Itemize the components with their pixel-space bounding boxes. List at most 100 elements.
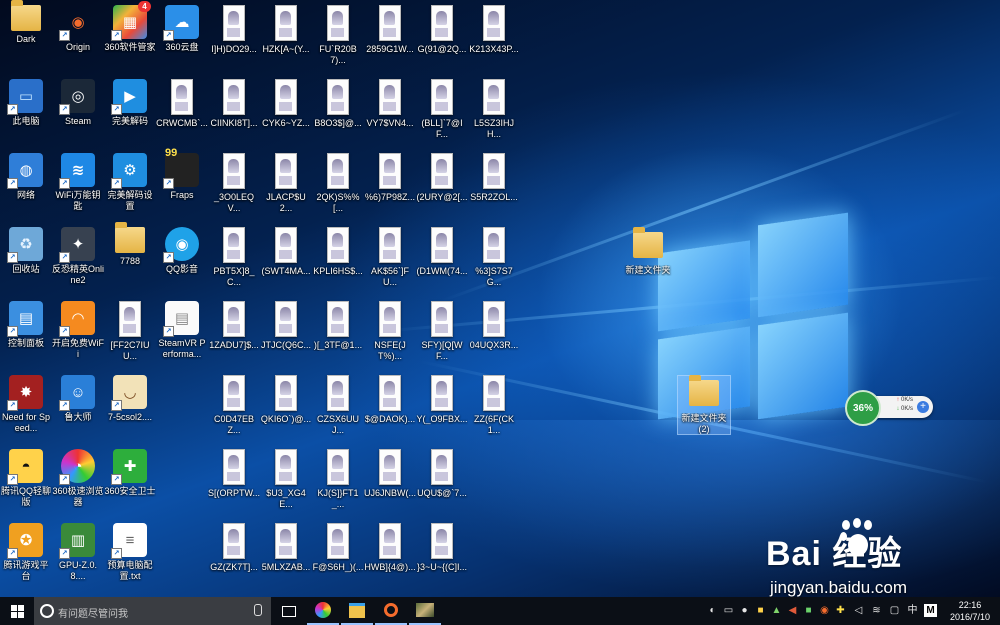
desktop-icon-media-player[interactable]: ▶ ↗ 完美解码 bbox=[104, 79, 156, 127]
ime-indicator[interactable]: 中 bbox=[906, 604, 919, 617]
desktop-icon-image[interactable]: L5SZ3IHJH... bbox=[468, 79, 520, 140]
desktop-icon-image[interactable]: S5R2ZOL... bbox=[468, 153, 520, 203]
desktop-icon-image[interactable]: I]H)DO29... bbox=[208, 5, 260, 55]
desktop-icon-image[interactable]: F@S6H_)(... bbox=[312, 523, 364, 573]
task-view-button[interactable] bbox=[273, 597, 305, 625]
desktop-icon-image[interactable]: UQU$@`7... bbox=[416, 449, 468, 499]
desktop-icon-360-software[interactable]: ▦ ↗ 4 360软件管家 bbox=[104, 1, 156, 53]
desktop-icon-image[interactable]: CIINKI8T]... bbox=[208, 79, 260, 129]
desktop-icon-image[interactable]: _3O0LEQV... bbox=[208, 153, 260, 214]
desktop-icon-tencent-game[interactable]: ✪ ↗ 腾讯游戏平台 bbox=[0, 523, 52, 582]
desktop-icon-image[interactable]: ZZ(6F(CK1... bbox=[468, 375, 520, 436]
desktop-icon-image[interactable]: VY7$VN4... bbox=[364, 79, 416, 129]
ime-mode-icon[interactable]: M bbox=[924, 604, 937, 617]
origin-tray-icon[interactable]: ◉ bbox=[818, 604, 831, 617]
desktop-icon-image[interactable]: %3]S7S7G... bbox=[468, 227, 520, 288]
wifi-icon[interactable]: ≋ bbox=[870, 604, 883, 617]
desktop-icon-image[interactable]: (2URY@2[... bbox=[416, 153, 468, 203]
desktop-icon-bowl[interactable]: ◡ ↗ 7-5csol2.... bbox=[104, 375, 156, 423]
desktop-icon-image[interactable]: Y(_O9FBX... bbox=[416, 375, 468, 425]
desktop-folder-new-2[interactable]: 新建文件夹 (2) bbox=[677, 375, 731, 435]
desktop-icon-image[interactable]: 2859G1W... bbox=[364, 5, 416, 55]
circle-tray-icon[interactable]: ● bbox=[738, 604, 751, 617]
desktop-icon-nfs[interactable]: ✸ ↗ Need for Speed... bbox=[0, 375, 52, 434]
360-tray-icon[interactable]: ✚ bbox=[834, 604, 847, 617]
system-clock[interactable]: 22:16 2016/7/10 bbox=[942, 599, 998, 623]
desktop-icon-image[interactable]: (SWT4MA... bbox=[260, 227, 312, 277]
desktop-icon-fraps[interactable]: ↗ 99 Fraps bbox=[156, 147, 208, 201]
desktop-icon-image[interactable]: )[_3TF@1... bbox=[312, 301, 364, 351]
desktop-icon-wifi-key[interactable]: ≋ ↗ WiFi万能钥匙 bbox=[52, 153, 104, 212]
desktop-icon-image[interactable]: HWB]{4@)... bbox=[364, 523, 416, 573]
desktop-icon-ludashi[interactable]: ☺ ↗ 鲁大师 bbox=[52, 375, 104, 423]
desktop-icon-computer[interactable]: ▭ ↗ 此电脑 bbox=[0, 79, 52, 127]
desktop-icon-document[interactable]: ▤ ↗ SteamVR Performa... bbox=[156, 301, 208, 360]
desktop-icon-control-panel[interactable]: ▤ ↗ 控制面板 bbox=[0, 301, 52, 349]
desktop-icon-image[interactable]: SFY)[Q[WF... bbox=[416, 301, 468, 362]
desktop-icon-image[interactable]: $@DAOK)... bbox=[364, 375, 416, 425]
network-speed-widget[interactable]: 36% ↑ 0K/s ↓ 0K/s + bbox=[845, 388, 933, 426]
desktop-icon-image[interactable]: KJ(S]}FT1_... bbox=[312, 449, 364, 510]
desktop-icon-network[interactable]: ◍ ↗ 网络 bbox=[0, 153, 52, 201]
desktop-icon-image[interactable]: JTJC(Q6C... bbox=[260, 301, 312, 351]
desktop-icon-cloud[interactable]: ☁ ↗ 360云盘 bbox=[156, 5, 208, 53]
microphone-icon[interactable] bbox=[254, 604, 262, 616]
desktop-icon-gpuz[interactable]: ▥ ↗ GPU-Z.0.8.... bbox=[52, 523, 104, 582]
volume-icon[interactable]: ◁ bbox=[852, 604, 865, 617]
desktop-icon-image[interactable]: 5MLXZAB... bbox=[260, 523, 312, 573]
desktop-icon-image[interactable]: JLACP$U2... bbox=[260, 153, 312, 214]
desktop-icon-image[interactable]: $U3_XG4E... bbox=[260, 449, 312, 510]
desktop-icon-qq-player[interactable]: ◉ ↗ QQ影音 bbox=[156, 227, 208, 275]
desktop-icon-image[interactable]: }3~U~{(C]I... bbox=[416, 523, 468, 573]
nvidia-tray-icon[interactable]: ■ bbox=[802, 604, 815, 617]
desktop-icon-csol2[interactable]: ✦ ↗ 反恐精英Online2 bbox=[52, 227, 104, 286]
desktop-icon-origin[interactable]: ◉ ↗ Origin bbox=[52, 5, 104, 53]
desktop-icon-image[interactable]: UJ6JNBW(... bbox=[364, 449, 416, 499]
desktop-icon-image[interactable]: FU`R20B7)... bbox=[312, 5, 364, 66]
desktop-icon-settings[interactable]: ⚙ ↗ 完美解码设置 bbox=[104, 153, 156, 212]
desktop-icon-image[interactable]: S[(ORPTW... bbox=[208, 449, 260, 499]
desktop-icon-recycle-bin[interactable]: ♻ ↗ 回收站 bbox=[0, 227, 52, 275]
cortana-search-box[interactable]: 有问题尽管问我 bbox=[34, 597, 271, 625]
desktop-icon-image[interactable]: B8O3$]@... bbox=[312, 79, 364, 129]
desktop-icon-image[interactable]: PBT5X]8_C... bbox=[208, 227, 260, 288]
taskbar-origin[interactable] bbox=[375, 597, 407, 625]
desktop-icon-image[interactable]: C0D47EBZ... bbox=[208, 375, 260, 436]
taskbar-file-explorer[interactable] bbox=[341, 597, 373, 625]
desktop-folder-new[interactable]: 新建文件夹 bbox=[622, 227, 674, 276]
taskbar-tray-icon[interactable]: ▭ bbox=[722, 604, 735, 617]
desktop-icon-image[interactable]: K213X43P... bbox=[468, 5, 520, 55]
desktop-icon-image[interactable]: CZSX6UUJ... bbox=[312, 375, 364, 436]
desktop-icon-image[interactable]: (D1WM(74... bbox=[416, 227, 468, 277]
green-tray-icon[interactable]: ▲ bbox=[770, 604, 783, 617]
desktop-icon-image[interactable]: [FF2C7IUU... bbox=[104, 301, 156, 362]
desktop-icon-folder[interactable]: Dark bbox=[0, 0, 52, 45]
desktop-icon-image[interactable]: (BLL]`7@IF... bbox=[416, 79, 468, 140]
desktop-icon-image[interactable]: KPLI6HS$... bbox=[312, 227, 364, 277]
desktop-icon-image[interactable]: GZ(ZK7T]... bbox=[208, 523, 260, 573]
desktop-icon-image[interactable]: 2QK)S%%[... bbox=[312, 153, 364, 214]
desktop-icon-image[interactable]: 04UQX3R... bbox=[468, 301, 520, 351]
red-tray-icon[interactable]: ◀ bbox=[786, 604, 799, 617]
desktop-icon-360-security[interactable]: ✚ ↗ 360安全卫士 bbox=[104, 449, 156, 497]
app-tray-icon[interactable]: ■ bbox=[754, 604, 767, 617]
taskbar-game[interactable] bbox=[409, 597, 441, 625]
desktop-icon-image[interactable]: HZK[A~(Y... bbox=[260, 5, 312, 55]
desktop-icon-image[interactable]: CYK6~YZ... bbox=[260, 79, 312, 129]
desktop-icon-folder[interactable]: 7788 bbox=[104, 222, 156, 267]
steam-tray-icon[interactable]: ◐ bbox=[706, 604, 719, 617]
desktop-icon-steam[interactable]: ◎ ↗ Steam bbox=[52, 79, 104, 127]
desktop-icon-qq[interactable]: ◓ ↗ 腾讯QQ轻聊版 bbox=[0, 449, 52, 508]
desktop-icon-image[interactable]: QKI6O`)@... bbox=[260, 375, 312, 425]
desktop-icon-360-browser[interactable]: ◔ ↗ 360极速浏览器 bbox=[52, 449, 104, 508]
desktop-icon-image[interactable]: CRWCMB`... bbox=[156, 79, 208, 129]
desktop-icon-image[interactable]: NSFE(JT%)... bbox=[364, 301, 416, 362]
taskbar-360-browser[interactable] bbox=[307, 597, 339, 625]
accelerate-plus-icon[interactable]: + bbox=[917, 401, 929, 413]
message-icon[interactable]: ▢ bbox=[888, 604, 901, 617]
memory-usage-circle[interactable]: 36% bbox=[845, 390, 881, 426]
desktop-icon-free-wifi[interactable]: ◠ ↗ 开启免费WiFi bbox=[52, 301, 104, 360]
start-button[interactable] bbox=[0, 597, 34, 625]
desktop-icon-image[interactable]: %6)7P98Z... bbox=[364, 153, 416, 203]
desktop-icon-image[interactable]: G(91@2Q... bbox=[416, 5, 468, 55]
